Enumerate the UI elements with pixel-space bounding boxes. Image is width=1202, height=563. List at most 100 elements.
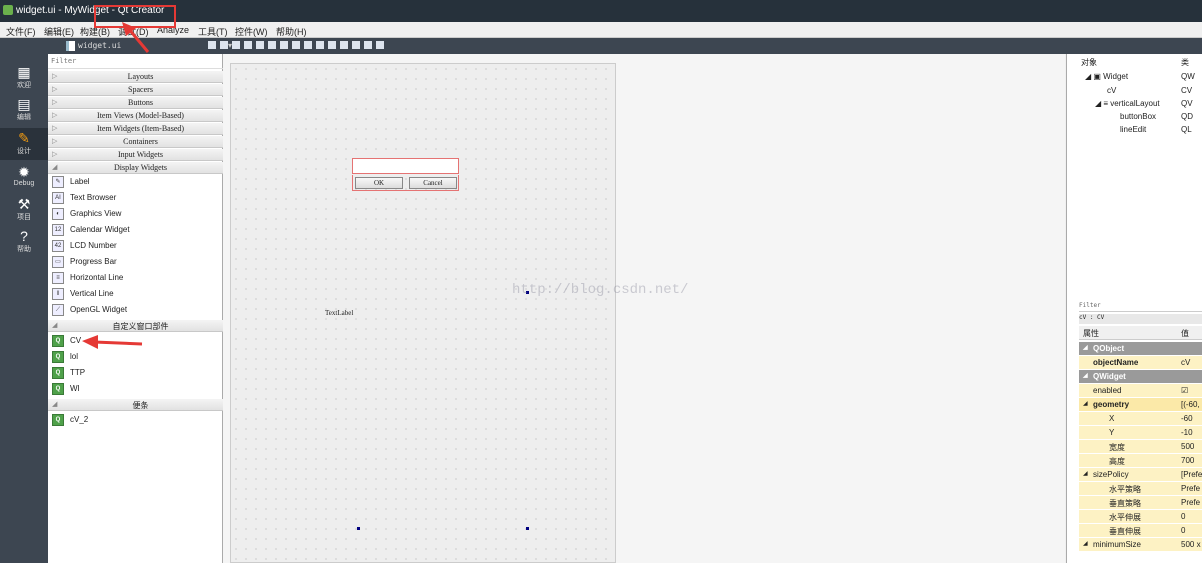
category-display-widgets[interactable]: ◢ Display Widgets bbox=[48, 162, 223, 174]
property-section-qobject[interactable]: ◢ QObject bbox=[1079, 342, 1202, 356]
property-row[interactable]: ◢ sizePolicy [Prefe bbox=[1079, 468, 1202, 482]
property-row[interactable]: ◢ minimumSize 500 x bbox=[1079, 538, 1202, 552]
wrench-icon: ⚒ bbox=[17, 196, 31, 212]
category-containers[interactable]: ▷ Containers bbox=[48, 136, 223, 148]
category-layouts[interactable]: ▷ Layouts bbox=[48, 71, 223, 83]
property-row[interactable]: objectName cV bbox=[1079, 356, 1202, 370]
title-bar: widget.ui - MyWidget - Qt Creator bbox=[0, 0, 1202, 22]
form-text-label[interactable]: TextLabel bbox=[325, 309, 353, 317]
layout-split-v-icon[interactable] bbox=[268, 41, 276, 49]
selection-handle[interactable] bbox=[526, 527, 529, 530]
layout-split-h-icon[interactable] bbox=[256, 41, 264, 49]
edit-signals-icon[interactable] bbox=[316, 41, 324, 49]
selection-handle[interactable] bbox=[357, 527, 360, 530]
annotation-arrow-icon bbox=[122, 22, 150, 53]
ok-button[interactable]: OK bbox=[355, 177, 403, 189]
vertical-line-icon: ‖ bbox=[52, 288, 64, 300]
mode-debug[interactable]: ✹ Debug bbox=[0, 162, 48, 194]
property-section-qwidget[interactable]: ◢ QWidget bbox=[1079, 370, 1202, 384]
mode-edit[interactable]: ▤ 编辑 bbox=[0, 94, 48, 126]
edit-tab-order-icon[interactable] bbox=[340, 41, 348, 49]
property-row[interactable]: 高度 700 bbox=[1079, 454, 1202, 468]
edit-widgets-icon[interactable] bbox=[304, 41, 312, 49]
category-item-widgets[interactable]: ▷ Item Widgets (Item-Based) bbox=[48, 123, 223, 135]
form-settings-icon[interactable] bbox=[376, 41, 384, 49]
layout-form-icon[interactable] bbox=[244, 41, 252, 49]
qt-creator-app-icon bbox=[3, 5, 13, 15]
bug-icon: ✹ bbox=[18, 164, 30, 180]
open-file-name[interactable]: widget.ui bbox=[78, 41, 121, 50]
category-spacers[interactable]: ▷ Spacers bbox=[48, 84, 223, 96]
widget-object-icon: ▣ bbox=[1093, 72, 1101, 81]
annotation-arrow-icon bbox=[82, 335, 143, 349]
property-row[interactable]: X -60 bbox=[1079, 412, 1202, 426]
edit-buddies-icon[interactable] bbox=[328, 41, 336, 49]
property-row[interactable]: Y -10 bbox=[1079, 426, 1202, 440]
mode-help[interactable]: ? 帮助 bbox=[0, 226, 48, 258]
property-row[interactable]: 垂直伸展 0 bbox=[1079, 524, 1202, 538]
help-icon: ? bbox=[20, 228, 28, 244]
property-row[interactable]: enabled ☑ bbox=[1079, 384, 1202, 398]
object-class: QL bbox=[1181, 125, 1192, 134]
mode-projects[interactable]: ⚒ 项目 bbox=[0, 194, 48, 226]
form-widget[interactable] bbox=[230, 63, 616, 563]
widget-filter-input[interactable]: Filter bbox=[48, 57, 223, 69]
qt-custom-widget-icon: Q bbox=[52, 351, 64, 363]
object-column-header: 对象 bbox=[1081, 58, 1097, 67]
property-filter-input[interactable]: Filter bbox=[1079, 302, 1202, 312]
calendar-icon: 12 bbox=[52, 224, 64, 236]
menu-edit[interactable]: 编辑(E) bbox=[44, 25, 74, 38]
property-column-header: 属性 bbox=[1083, 329, 1099, 338]
progress-bar-icon: ▭ bbox=[52, 256, 64, 268]
object-inspector: 对象 类 ◢ ▣ Widget QW cV CV ◢ ≡ verticalLay… bbox=[1067, 54, 1202, 299]
break-layout-icon[interactable] bbox=[280, 41, 288, 49]
cancel-button[interactable]: Cancel bbox=[409, 177, 457, 189]
design-icon: ✎ bbox=[18, 130, 30, 146]
category-scratchpad[interactable]: ◢ 便条 bbox=[48, 399, 223, 411]
menu-tools[interactable]: 工具(T) bbox=[198, 25, 228, 38]
object-row-widget[interactable]: ◢ ▣ Widget bbox=[1085, 72, 1128, 81]
grid-icon: ▦ bbox=[17, 64, 31, 80]
grid-layout-icon[interactable] bbox=[364, 41, 372, 49]
mode-welcome[interactable]: ▦ 欢迎 bbox=[0, 62, 48, 94]
category-input-widgets[interactable]: ▷ Input Widgets bbox=[48, 149, 223, 161]
mode-design[interactable]: ✎ 设计 bbox=[0, 128, 48, 160]
property-row[interactable]: 水平策略 Prefe bbox=[1079, 482, 1202, 496]
property-row[interactable]: 宽度 500 bbox=[1079, 440, 1202, 454]
category-item-views[interactable]: ▷ Item Views (Model-Based) bbox=[48, 110, 223, 122]
object-row-line-edit[interactable]: lineEdit bbox=[1120, 125, 1146, 134]
menu-help[interactable]: 帮助(H) bbox=[276, 25, 307, 38]
class-column-header: 类 bbox=[1181, 58, 1189, 67]
qt-custom-widget-icon: Q bbox=[52, 414, 64, 426]
layout-vertical-icon[interactable] bbox=[220, 41, 228, 49]
edit-icon: ▤ bbox=[17, 96, 31, 112]
layout-grid-icon[interactable] bbox=[232, 41, 240, 49]
category-custom-widgets[interactable]: ◢ 自定义窗口部件 bbox=[48, 320, 223, 332]
property-row[interactable]: 水平伸展 0 bbox=[1079, 510, 1202, 524]
qt-custom-widget-icon: Q bbox=[52, 335, 64, 347]
property-header: 属性 值 bbox=[1079, 326, 1202, 340]
object-class: QD bbox=[1181, 112, 1193, 121]
menu-controls[interactable]: 控件(W) bbox=[235, 25, 268, 38]
category-buttons[interactable]: ▷ Buttons bbox=[48, 97, 223, 109]
property-row[interactable]: 垂直策略 Prefe bbox=[1079, 496, 1202, 510]
qt-custom-widget-icon: Q bbox=[52, 383, 64, 395]
preview-icon[interactable] bbox=[352, 41, 360, 49]
form-button-box[interactable]: OK Cancel bbox=[352, 175, 459, 191]
object-row-button-box[interactable]: buttonBox bbox=[1120, 112, 1156, 121]
text-browser-icon: AI bbox=[52, 192, 64, 204]
menu-file[interactable]: 文件(F) bbox=[6, 25, 36, 38]
checkbox-icon: ☑ bbox=[1181, 386, 1189, 395]
horizontal-line-icon: ≡ bbox=[52, 272, 64, 284]
property-row[interactable]: ◢ geometry [(-60, bbox=[1079, 398, 1202, 412]
ui-file-icon bbox=[66, 41, 75, 51]
watermark: http://blog.csdn.net/ bbox=[512, 282, 689, 298]
layout-horizontal-icon[interactable] bbox=[208, 41, 216, 49]
graphics-view-icon: ◐ bbox=[52, 208, 64, 220]
form-line-edit[interactable] bbox=[352, 158, 459, 174]
object-row-vertical-layout[interactable]: ◢ ≡ verticalLayout bbox=[1095, 99, 1160, 108]
qt-custom-widget-icon: Q bbox=[52, 367, 64, 379]
editor-toolbar: widget.ui ▾ bbox=[48, 38, 1202, 54]
object-row-cv[interactable]: cV bbox=[1107, 86, 1116, 95]
adjust-size-icon[interactable] bbox=[292, 41, 300, 49]
